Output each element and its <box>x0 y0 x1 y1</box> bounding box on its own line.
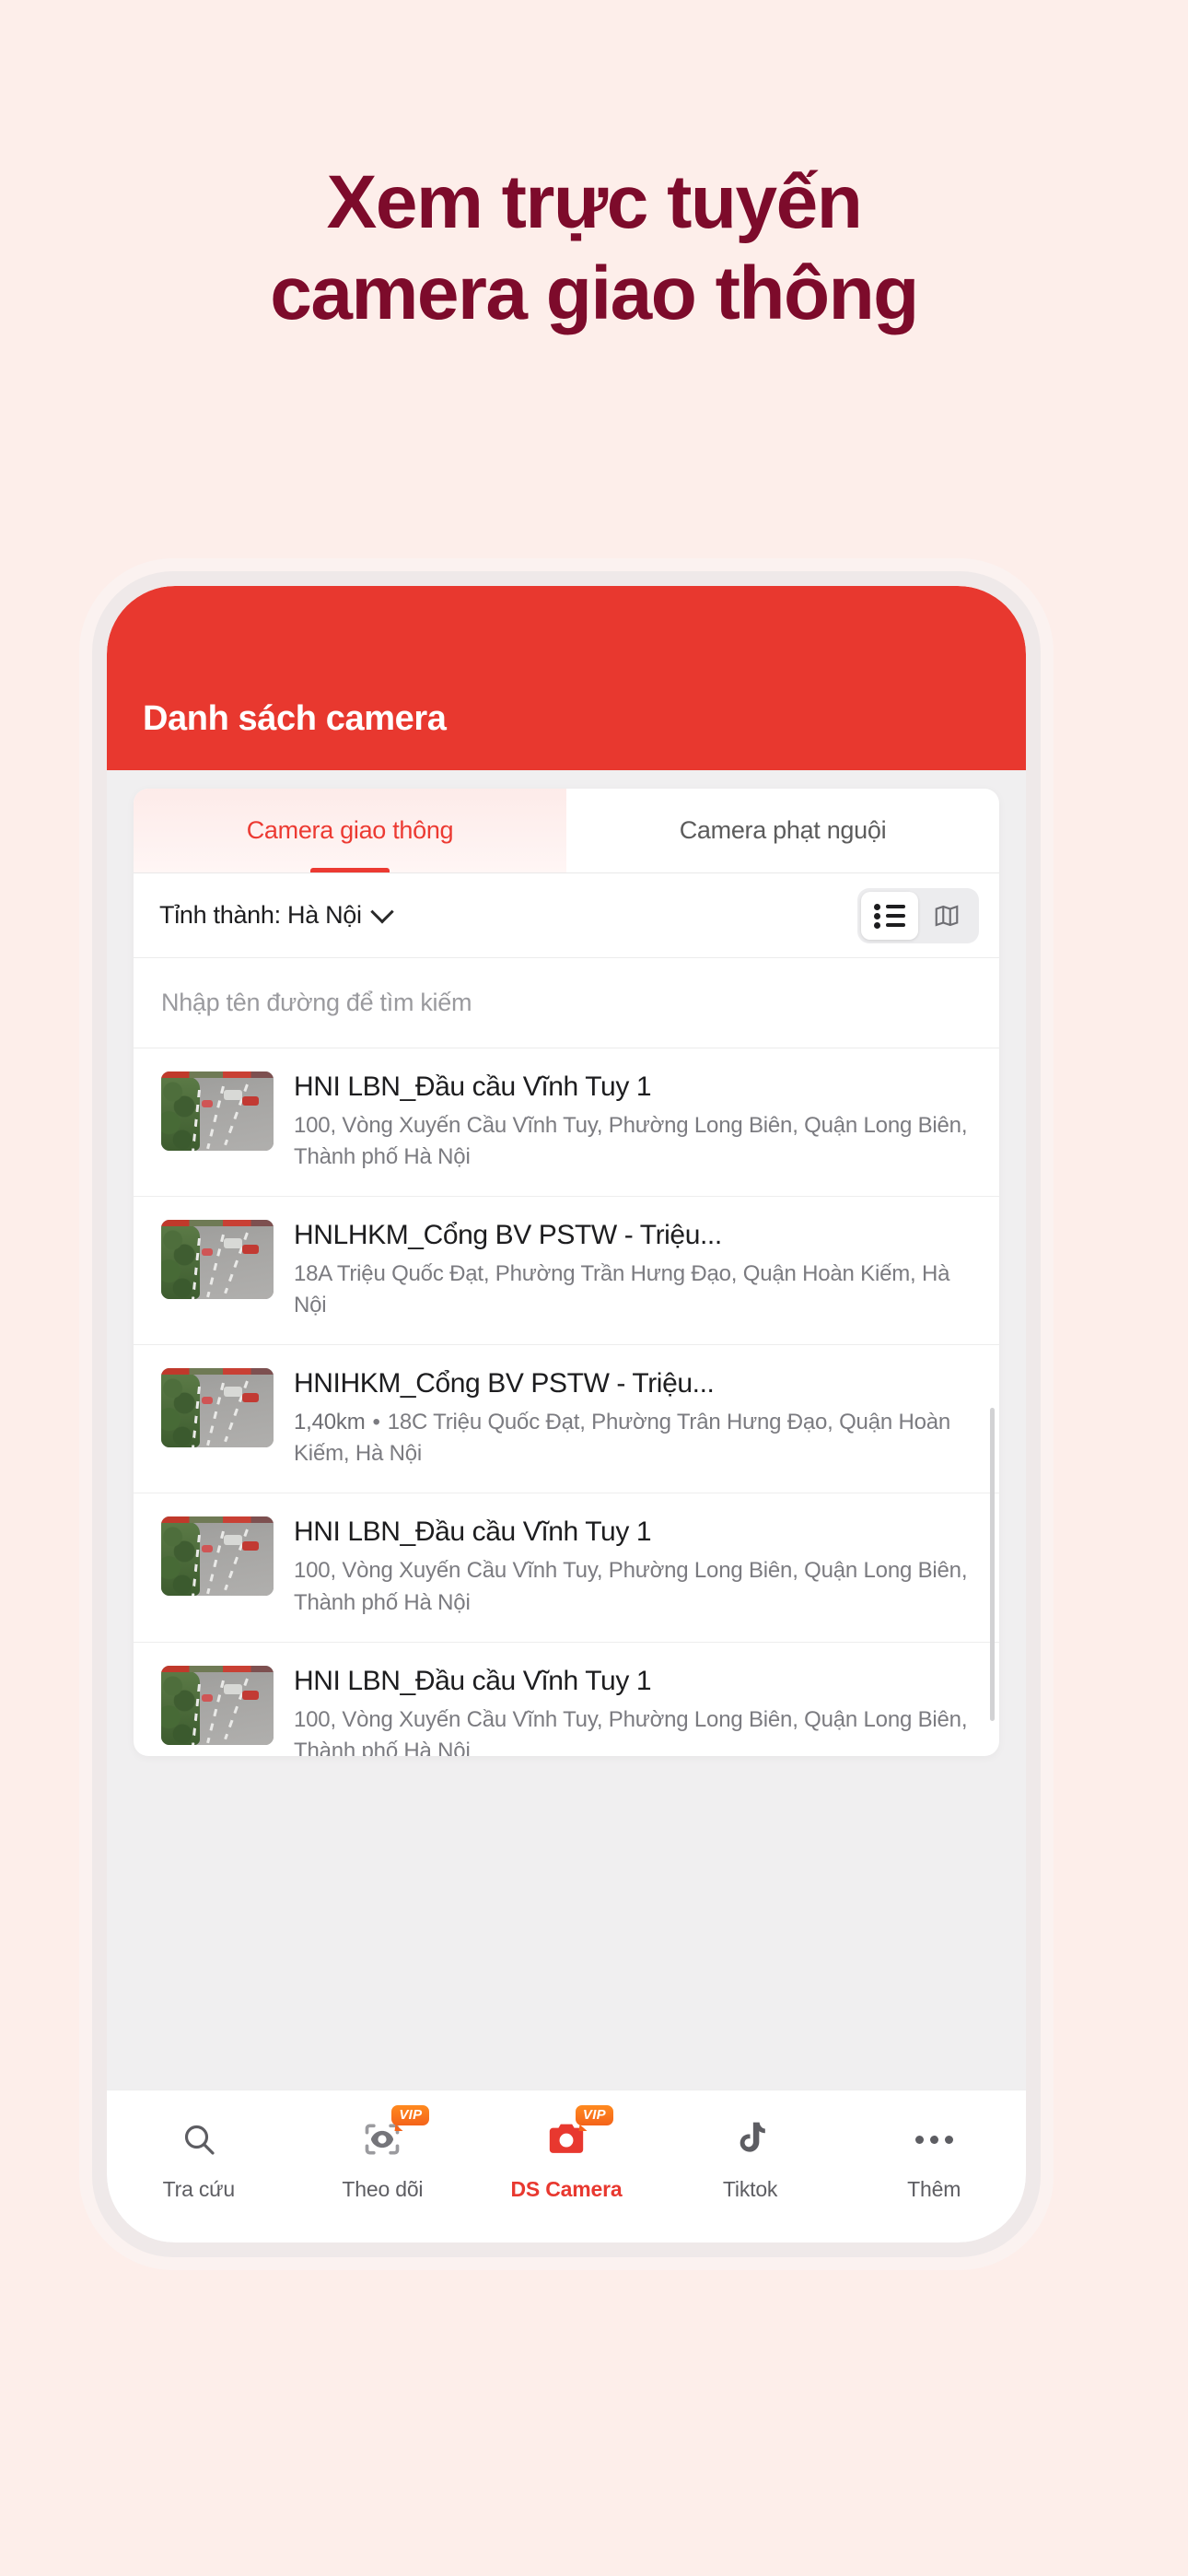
headline-line-2: camera giao thông <box>270 251 919 335</box>
camera-name: HNI LBN_Đầu cầu Vĩnh Tuy 1 <box>294 1516 652 1548</box>
bottom-navigation-bar: Tra cứu VIP Theo dõi VIP DS Camera Tikto… <box>107 2090 1026 2242</box>
camera-thumbnail <box>161 1516 274 1597</box>
nav-icon-wrap: VIP <box>355 2105 430 2164</box>
tab-label: Camera phạt nguội <box>679 816 887 844</box>
headline-line-1: Xem trực tuyến <box>326 160 863 244</box>
chevron-down-icon <box>370 899 394 923</box>
camera-address: 1,40km • 18C Triệu Quốc Đạt, Phường Trân H… <box>294 1407 972 1469</box>
list-item[interactable]: HNI LBN_Đầu cầu Vĩnh Tuy 1 100, Vòng Xuy… <box>134 1643 999 1756</box>
search-row <box>134 958 999 1048</box>
camera-info: HNLHKM_Cổng BV PSTW - Triệu... 18A Triệu… <box>294 1220 972 1321</box>
camera-address-text: 18C Triệu Quốc Đạt, Phường Trân Hưng Đạo… <box>294 1410 951 1467</box>
distance-separator: • <box>372 1410 380 1435</box>
tab-label: Camera giao thông <box>246 816 454 844</box>
tiktok-icon <box>740 2122 765 2152</box>
map-view-button[interactable] <box>918 892 975 940</box>
search-icon <box>184 2125 215 2155</box>
map-view-icon <box>935 905 959 926</box>
camera-address: 100, Vòng Xuyến Cầu Vĩnh Tuy, Phường Lon… <box>294 1558 968 1615</box>
camera-info: HNIHKM_Cổng BV PSTW - Triệu... 1,40km • 18… <box>294 1368 972 1469</box>
nav-label: Tra cứu <box>162 2177 236 2201</box>
nav-item-tra-cuu[interactable]: Tra cứu <box>107 2114 291 2202</box>
camera-thumbnail <box>161 1665 274 1745</box>
nav-label: Thêm <box>907 2177 961 2201</box>
camera-list-card: Camera giao thông Camera phạt nguội Tỉnh… <box>134 789 999 1756</box>
camera-distance: 1,40km <box>294 1410 366 1435</box>
nav-label: Tiktok <box>722 2177 778 2201</box>
province-dropdown[interactable]: Tỉnh thành: Hà Nội <box>159 899 394 930</box>
nav-icon-wrap <box>907 2114 961 2164</box>
promo-screenshot: Xem trực tuyến camera giao thông Danh sá… <box>0 0 1188 2576</box>
nav-item-them[interactable]: Thêm <box>842 2114 1026 2202</box>
vip-badge: VIP <box>391 2105 430 2125</box>
camera-name: HNI LBN_Đầu cầu Vĩnh Tuy 1 <box>294 1665 652 1696</box>
list-view-button[interactable] <box>861 891 918 940</box>
view-toggle-group <box>857 887 979 943</box>
phone-screen: Danh sách camera Camera giao thông Camer… <box>107 586 1026 2242</box>
tab-camera-giao-thong[interactable]: Camera giao thông <box>134 789 566 872</box>
camera-address: 100, Vòng Xuyến Cầu Vĩnh Tuy, Phường Lon… <box>294 1113 968 1170</box>
camera-name: HNIHKM_Cổng BV PSTW - Triệu... <box>294 1368 715 1399</box>
province-label: Tỉnh thành: Hà Nội <box>159 901 362 929</box>
nav-label: DS Camera <box>510 2177 623 2201</box>
list-item[interactable]: HNI LBN_Đầu cầu Vĩnh Tuy 1 100, Vòng Xuy… <box>134 1493 999 1643</box>
tab-camera-phat-nguoi[interactable]: Camera phạt nguội <box>566 789 999 872</box>
filter-row: Tỉnh thành: Hà Nội <box>134 873 999 958</box>
camera-address: 18A Triệu Quốc Đạt, Phường Trần Hưng Đạo… <box>294 1261 950 1318</box>
camera-info: HNI LBN_Đầu cầu Vĩnh Tuy 1 100, Vòng Xuy… <box>294 1516 972 1618</box>
nav-item-theo-doi[interactable]: VIP Theo dõi <box>291 2105 475 2202</box>
list-item[interactable]: HNI LBN_Đầu cầu Vĩnh Tuy 1 100, Vòng Xuy… <box>134 1048 999 1198</box>
nav-label: Theo dõi <box>342 2177 424 2201</box>
list-view-icon <box>874 903 905 929</box>
camera-address: 100, Vòng Xuyến Cầu Vĩnh Tuy, Phường Lon… <box>294 1706 968 1756</box>
nav-item-ds-camera[interactable]: VIP DS Camera <box>474 2105 658 2202</box>
app-header: Danh sách camera <box>107 586 1026 770</box>
camera-name: HNI LBN_Đầu cầu Vĩnh Tuy 1 <box>294 1071 652 1102</box>
nav-icon-wrap: VIP <box>540 2105 613 2164</box>
search-input[interactable] <box>161 989 972 1017</box>
list-scrollbar[interactable] <box>990 1408 995 1721</box>
list-item[interactable]: HNIHKM_Cổng BV PSTW - Triệu... 1,40km • 18… <box>134 1345 999 1494</box>
phone-mockup: Danh sách camera Camera giao thông Camer… <box>92 571 1041 2257</box>
list-item[interactable]: HNLHKM_Cổng BV PSTW - Triệu... 18A Triệu… <box>134 1197 999 1346</box>
tab-bar: Camera giao thông Camera phạt nguội <box>134 789 999 873</box>
nav-icon-wrap <box>724 2114 777 2164</box>
page-title: Xem trực tuyến camera giao thông <box>0 164 1188 332</box>
more-dots-icon <box>914 2135 953 2144</box>
camera-list: HNI LBN_Đầu cầu Vĩnh Tuy 1 100, Vòng Xuy… <box>134 1048 999 1756</box>
nav-icon-wrap <box>172 2114 226 2164</box>
camera-info: HNI LBN_Đầu cầu Vĩnh Tuy 1 100, Vòng Xuy… <box>294 1071 972 1173</box>
camera-thumbnail <box>161 1368 274 1448</box>
vip-badge: VIP <box>575 2105 613 2125</box>
camera-thumbnail <box>161 1071 274 1151</box>
app-header-title: Danh sách camera <box>143 699 447 738</box>
camera-thumbnail <box>161 1220 274 1300</box>
nav-item-tiktok[interactable]: Tiktok <box>658 2114 843 2202</box>
camera-name: HNLHKM_Cổng BV PSTW - Triệu... <box>294 1220 722 1251</box>
camera-info: HNI LBN_Đầu cầu Vĩnh Tuy 1 100, Vòng Xuy… <box>294 1666 972 1756</box>
